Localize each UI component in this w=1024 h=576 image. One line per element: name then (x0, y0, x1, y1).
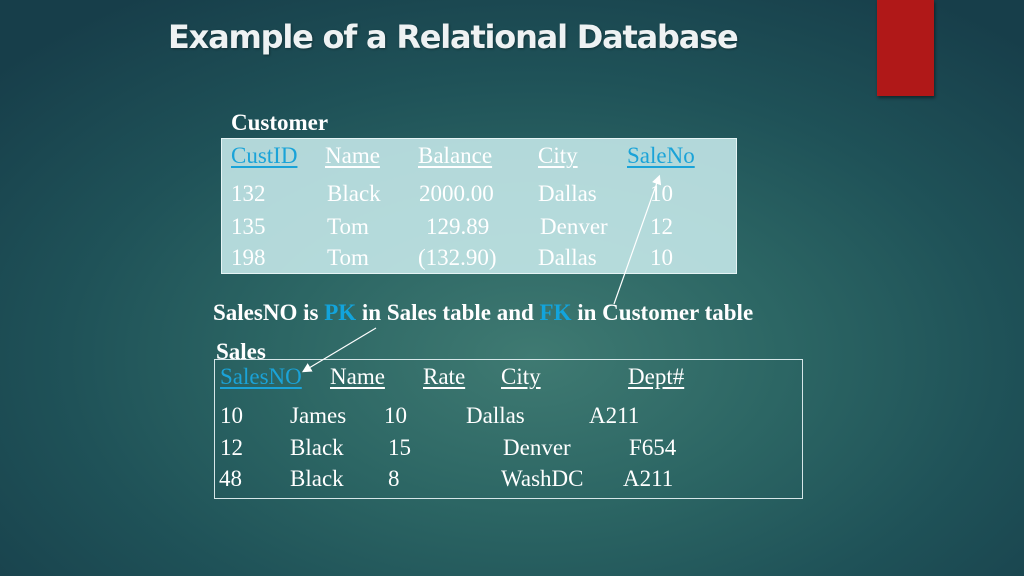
relationship-arrows (301, 174, 662, 373)
fk-arrow (613, 174, 662, 305)
pk-arrow (301, 327, 377, 373)
